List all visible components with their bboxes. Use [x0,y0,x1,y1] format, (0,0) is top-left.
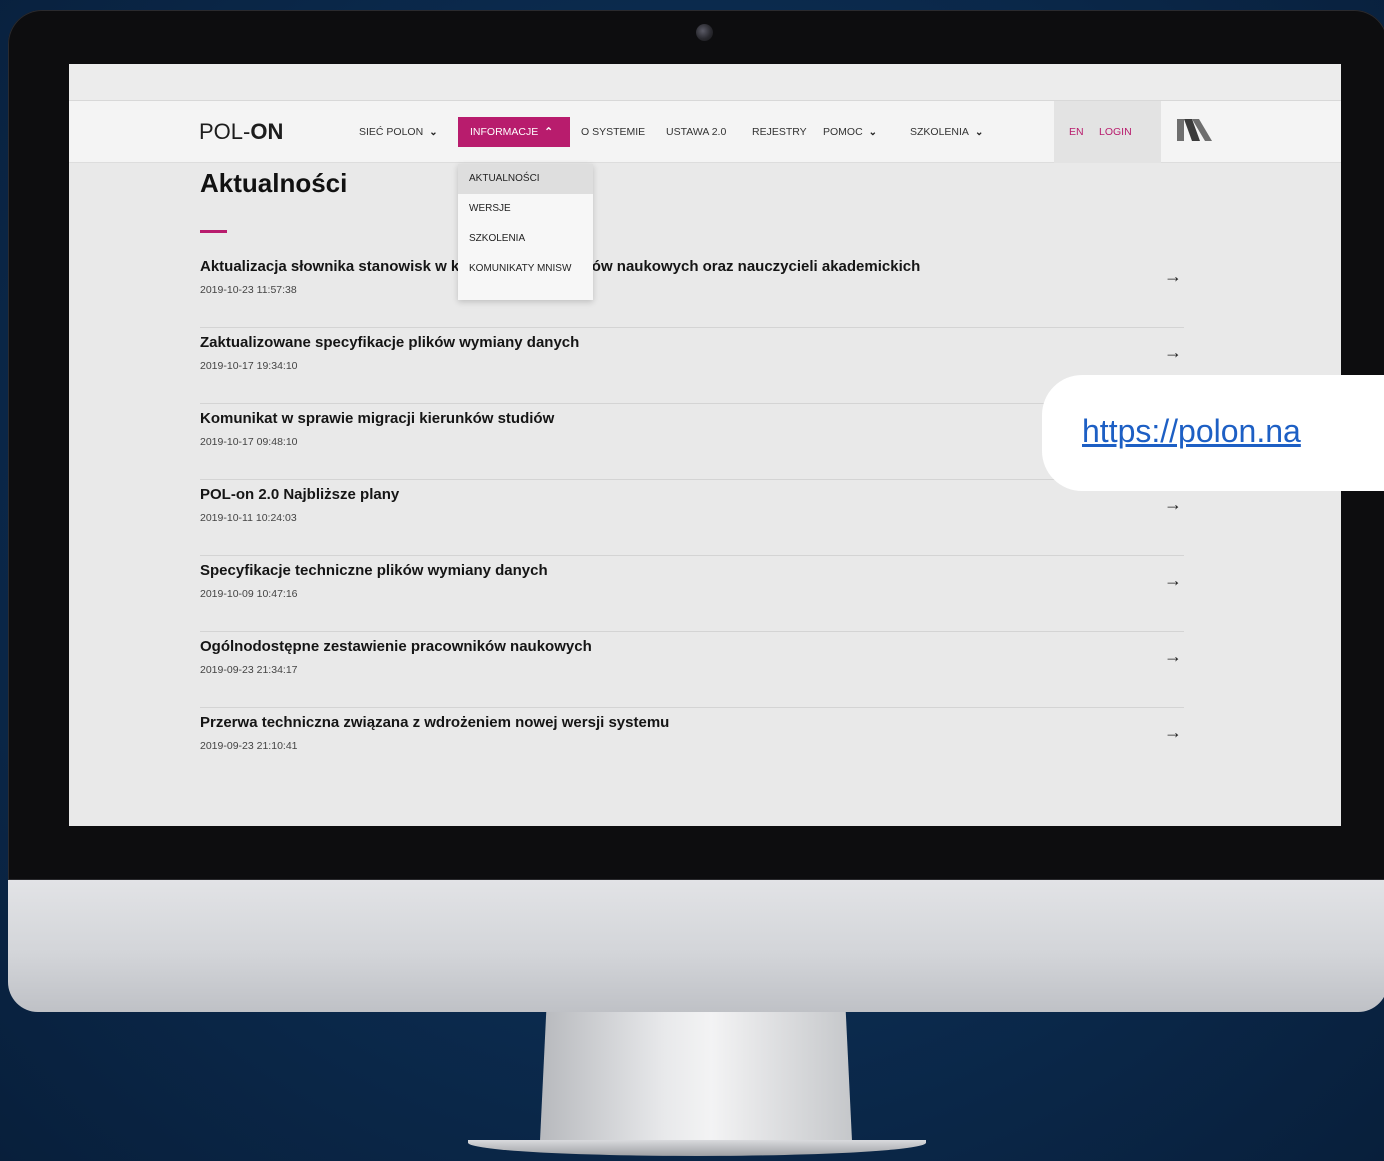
monitor-chin [8,880,1384,1012]
nav-informacje[interactable]: INFORMACJE ⌃ [458,117,570,147]
news-date: 2019-09-23 21:34:17 [200,664,298,676]
dropdown-item-wersje[interactable]: WERSJE [458,194,593,224]
news-item[interactable]: Specyfikacje techniczne plików wymiany d… [200,556,1184,632]
news-item[interactable]: Ogólnodostępne zestawienie pracowników n… [200,632,1184,708]
title-underline [200,230,227,233]
dropdown-item-komunikaty[interactable]: KOMUNIKATY MNISW [458,254,593,284]
news-title[interactable]: Zaktualizowane specyfikacje plików wymia… [200,334,579,351]
webcam-icon [696,24,713,41]
nav-rejestry[interactable]: REJESTRY [752,101,807,163]
arrow-right-icon[interactable]: → [1164,494,1182,515]
nav-szkolenia[interactable]: SZKOLENIA ⌄ [910,101,983,163]
url-link[interactable]: https://polon.na [1082,413,1301,450]
dropdown-item-aktualnosci[interactable]: AKTUALNOŚCI [458,164,593,194]
news-date: 2019-10-09 10:47:16 [200,588,298,600]
news-title[interactable]: Komunikat w sprawie migracji kierunków s… [200,410,554,427]
nav-pomoc[interactable]: POMOC ⌄ [823,101,877,163]
news-title[interactable]: Specyfikacje techniczne plików wymiany d… [200,562,548,579]
news-date: 2019-10-17 09:48:10 [200,436,298,448]
news-title[interactable]: POL-on 2.0 Najbliższe plany [200,486,399,503]
news-item[interactable]: Przerwa techniczna związana z wdrożeniem… [200,708,1184,784]
polon-logo[interactable]: POL-ON [199,119,283,145]
informacje-dropdown: AKTUALNOŚCI WERSJE SZKOLENIA KOMUNIKATY … [458,164,593,300]
chevron-down-icon: ⌄ [429,127,438,138]
news-title[interactable]: Przerwa techniczna związana z wdrożeniem… [200,714,669,731]
chevron-down-icon: ⌄ [974,127,984,138]
lang-en-link[interactable]: EN [1069,101,1084,163]
url-callout: https://polon.na [1042,375,1384,491]
news-date: 2019-10-17 19:34:10 [200,360,298,372]
nav-o-systemie[interactable]: O SYSTEMIE [581,101,645,163]
login-link[interactable]: LOGIN [1099,101,1132,163]
navbar: POL-ON SIEĆ POLON ⌄ INFORMACJE ⌃ O SYSTEMI… [69,101,1341,163]
page-title: Aktualności [200,168,348,198]
news-date: 2019-09-23 21:10:41 [200,740,298,752]
nav-ustawa[interactable]: USTAWA 2.0 [666,101,726,163]
ministry-logo-icon [1177,119,1212,141]
dropdown-item-szkolenia[interactable]: SZKOLENIA [458,224,593,254]
news-item[interactable]: Aktualizacja słownika stanowisk w katego… [200,252,1184,328]
news-list: Aktualizacja słownika stanowisk w katego… [200,252,1184,784]
arrow-right-icon[interactable]: → [1164,722,1182,743]
news-item[interactable]: POL-on 2.0 Najbliższe plany 2019-10-11 1… [200,480,1184,556]
news-item[interactable]: Zaktualizowane specyfikacje plików wymia… [200,328,1184,404]
top-strip [69,64,1341,101]
arrow-right-icon[interactable]: → [1164,342,1182,363]
arrow-right-icon[interactable]: → [1164,646,1182,667]
lang-login-box: EN LOGIN [1054,101,1161,163]
arrow-right-icon[interactable]: → [1164,266,1182,287]
news-date: 2019-10-11 10:24:03 [200,512,297,524]
arrow-right-icon[interactable]: → [1164,570,1182,591]
nav-siec-polon[interactable]: SIEĆ POLON ⌄ [359,101,438,163]
news-title[interactable]: Ogólnodostępne zestawienie pracowników n… [200,638,592,655]
monitor-stand [540,1012,852,1141]
chevron-up-icon: ⌃ [544,126,554,138]
news-item[interactable]: Komunikat w sprawie migracji kierunków s… [200,404,1184,480]
chevron-down-icon: ⌄ [868,127,878,138]
news-date: 2019-10-23 11:57:38 [200,284,297,296]
